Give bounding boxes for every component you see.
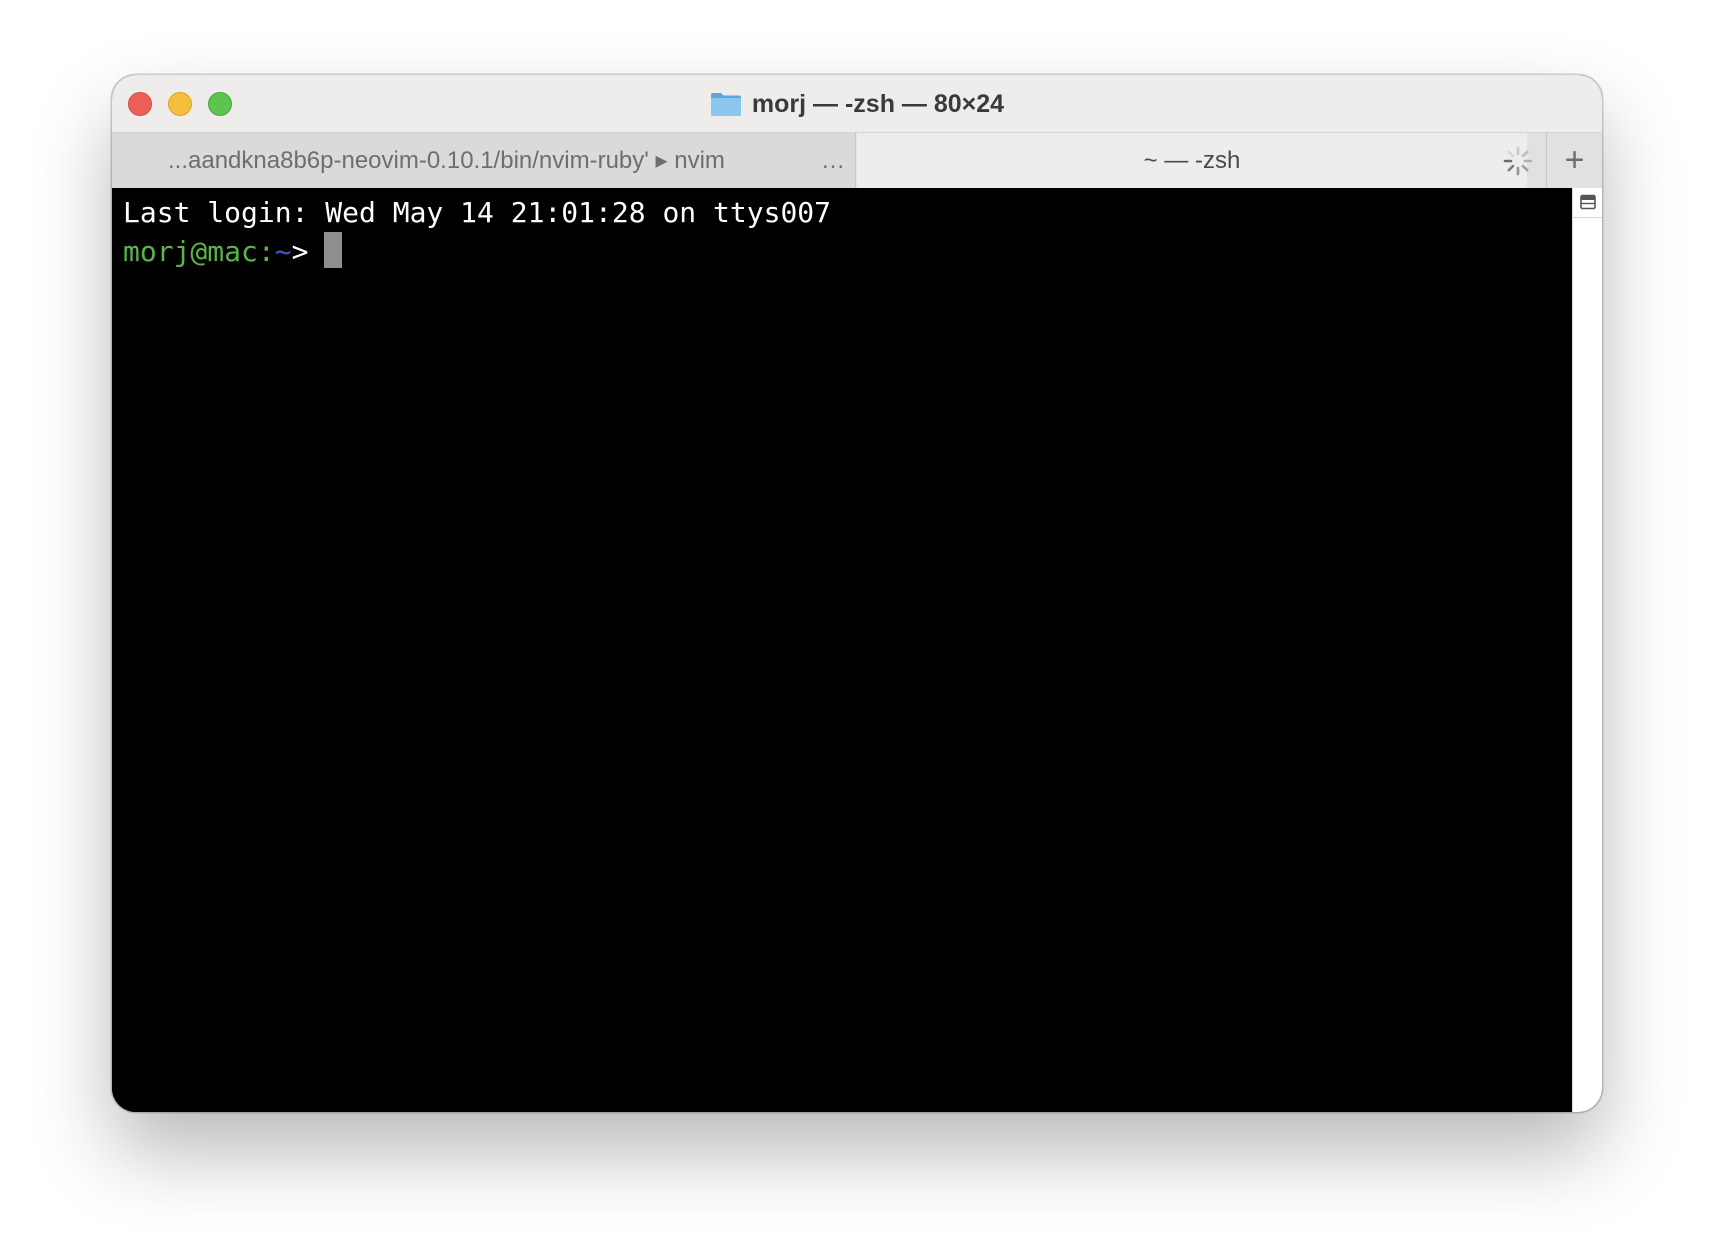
window-title-group: morj — -zsh — 80×24 bbox=[112, 87, 1602, 121]
split-pane-icon[interactable] bbox=[1580, 194, 1596, 210]
terminal-window: morj — -zsh — 80×24 ...aandkna8b6p-neovi… bbox=[112, 75, 1602, 1112]
terminal-output[interactable]: Last login: Wed May 14 21:01:28 on ttys0… bbox=[112, 188, 1572, 1112]
new-tab-button[interactable]: + bbox=[1546, 133, 1602, 188]
text-cursor bbox=[324, 232, 343, 268]
prompt-user-host: morj@mac: bbox=[123, 235, 275, 268]
folder-icon bbox=[710, 91, 742, 117]
last-login-line: Last login: Wed May 14 21:01:28 on ttys0… bbox=[123, 196, 832, 229]
prompt-line: morj@mac:~> bbox=[123, 232, 1572, 270]
prompt-symbol: > bbox=[291, 235, 309, 268]
tab-label: ~ — -zsh bbox=[1143, 146, 1241, 174]
scroll-gutter[interactable] bbox=[1572, 188, 1602, 1112]
tab-nvim[interactable]: ...aandkna8b6p-neovim-0.10.1/bin/nvim-ru… bbox=[112, 133, 856, 188]
window-title: morj — -zsh — 80×24 bbox=[751, 89, 1005, 118]
tab-zsh[interactable]: ~ — -zsh bbox=[857, 133, 1527, 188]
gutter-divider bbox=[1573, 217, 1602, 218]
tab-label: ...aandkna8b6p-neovim-0.10.1/bin/nvim-ru… bbox=[168, 147, 725, 174]
prompt-directory: ~ bbox=[274, 235, 292, 268]
spinner-icon bbox=[1502, 145, 1534, 177]
tab-bar: ...aandkna8b6p-neovim-0.10.1/bin/nvim-ru… bbox=[112, 132, 1602, 188]
title-bar[interactable]: morj — -zsh — 80×24 bbox=[112, 75, 1602, 132]
tab-overflow-indicator: ... bbox=[821, 147, 845, 174]
